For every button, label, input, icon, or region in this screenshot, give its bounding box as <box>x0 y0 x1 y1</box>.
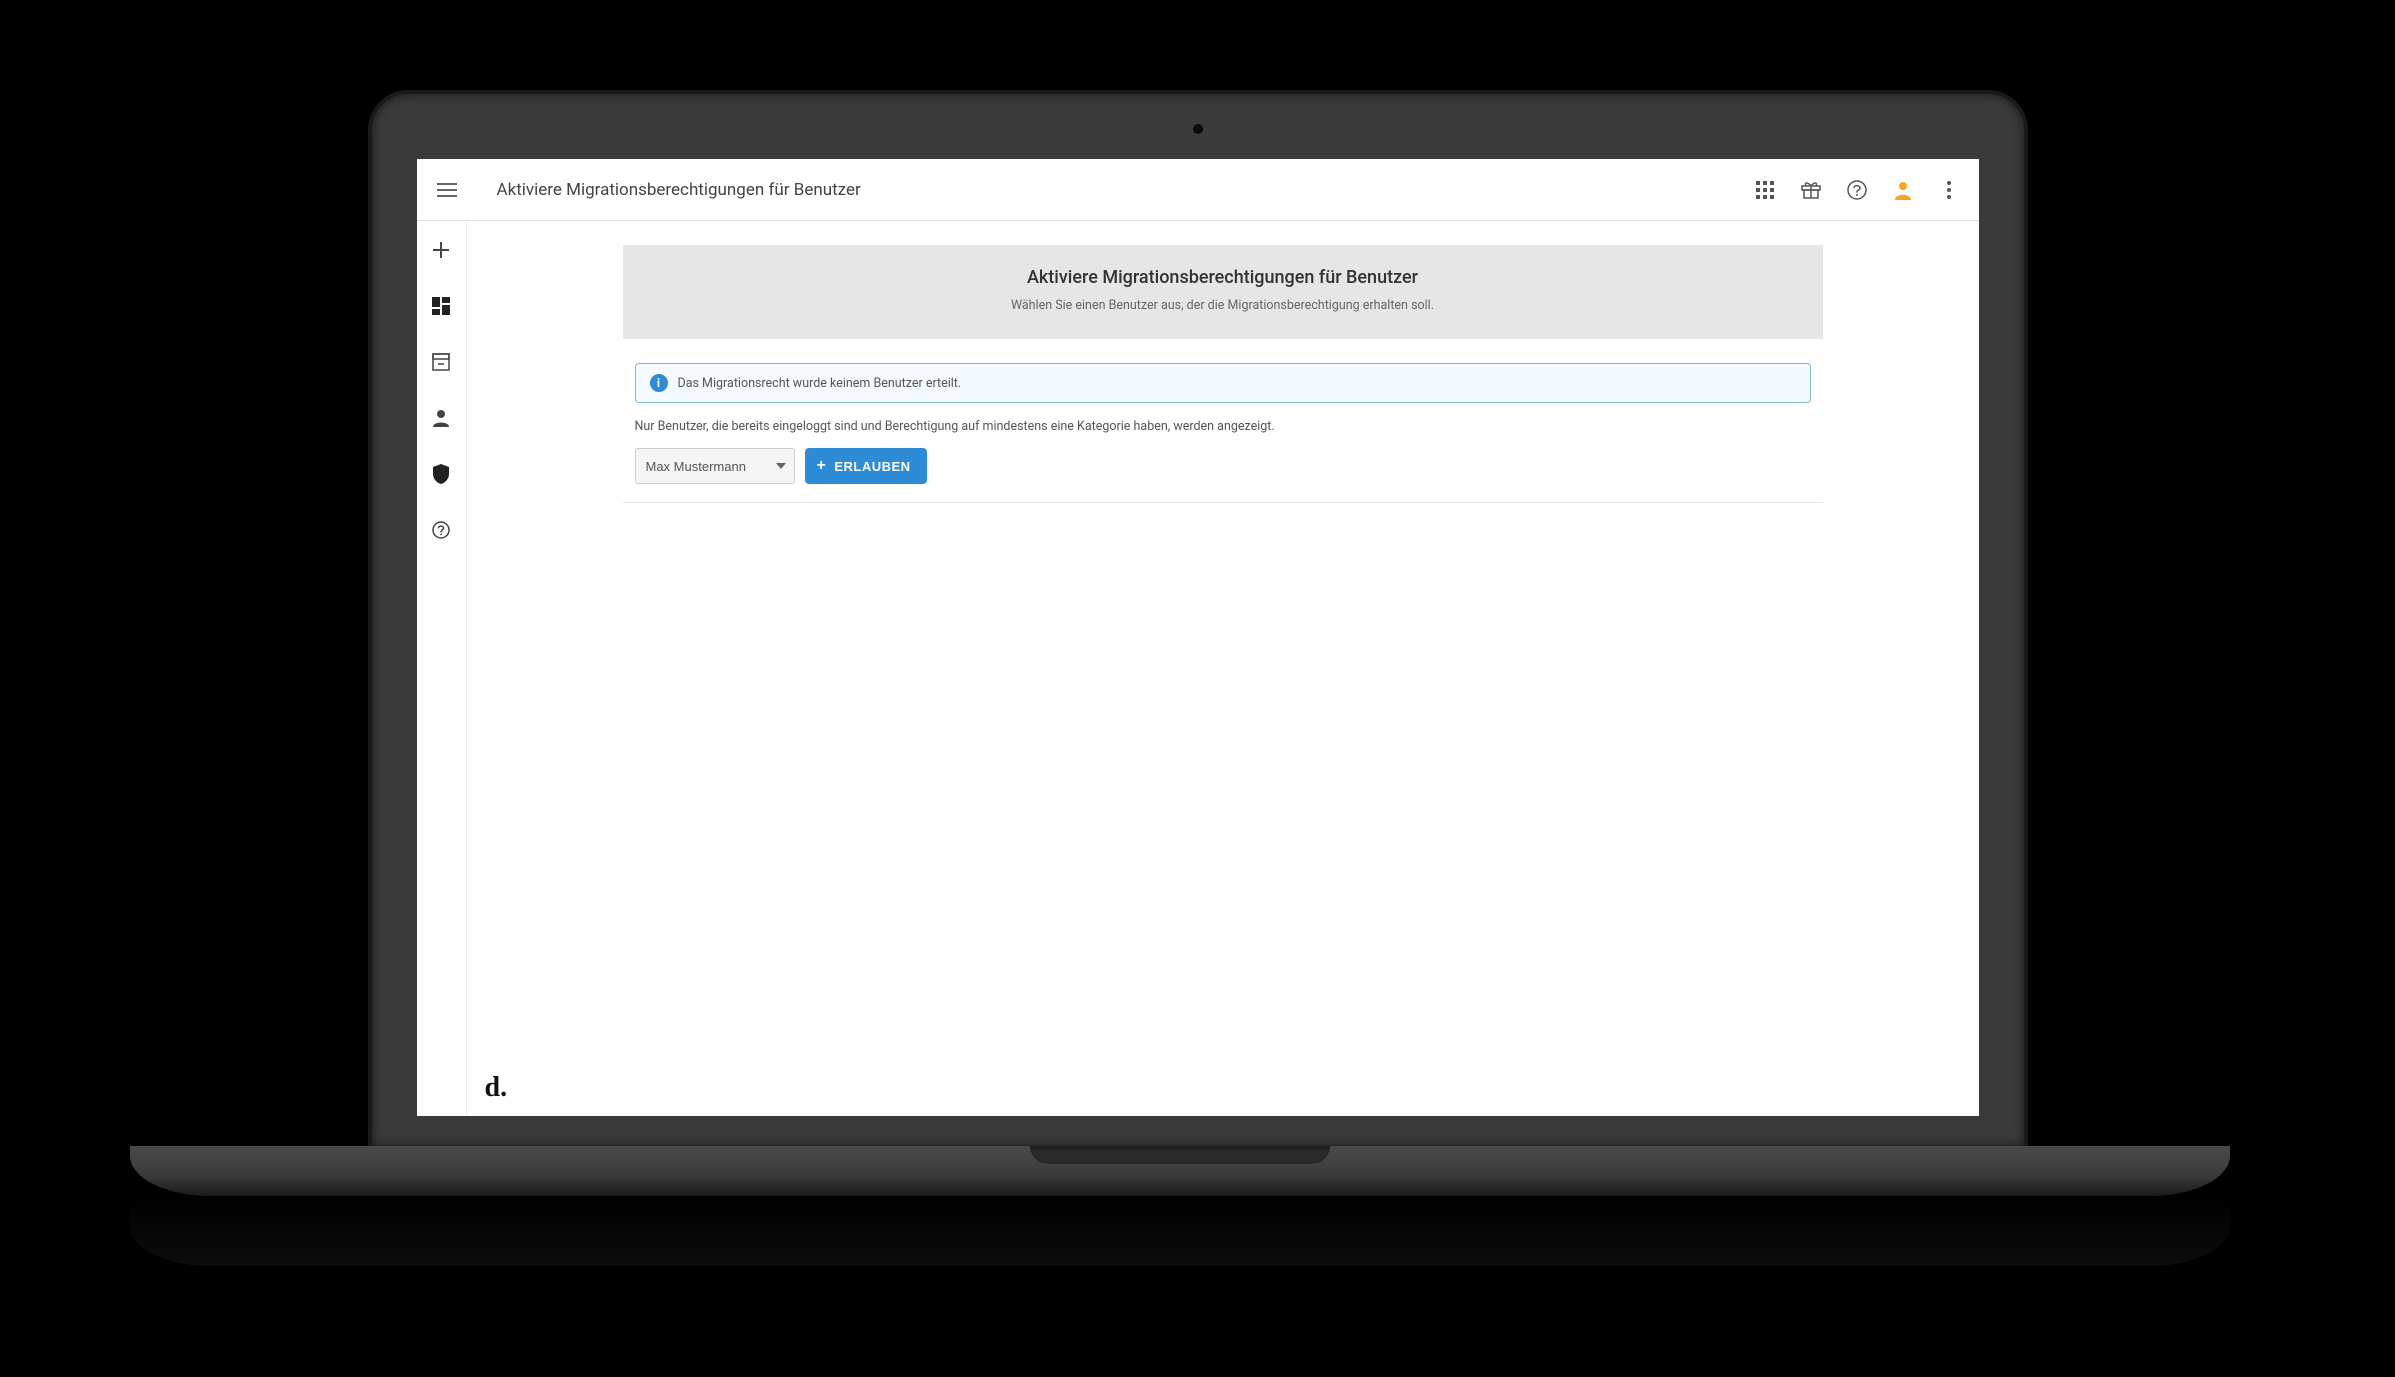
user-select[interactable]: Max Mustermann <box>635 448 795 484</box>
info-icon: i <box>650 374 668 392</box>
topbar-actions <box>1753 178 1961 202</box>
laptop-body: Aktiviere Migrationsberechtigungen für B… <box>368 90 2028 1150</box>
sidebar-add-button[interactable] <box>430 239 452 261</box>
apps-grid-icon <box>1756 181 1774 199</box>
menu-toggle-button[interactable] <box>427 170 467 210</box>
more-menu-button[interactable] <box>1937 178 1961 202</box>
hamburger-icon <box>437 183 457 197</box>
card-body: i Das Migrationsrecht wurde keinem Benut… <box>623 339 1823 503</box>
body-area: Aktiviere Migrationsberechtigungen für B… <box>417 221 1979 1116</box>
info-message: Das Migrationsrecht wurde keinem Benutze… <box>678 376 962 391</box>
sidebar <box>417 221 467 1116</box>
archive-icon <box>432 353 450 371</box>
sidebar-security-button[interactable] <box>430 463 452 485</box>
help-circle-icon <box>432 521 450 539</box>
help-button[interactable] <box>1845 178 1869 202</box>
person-icon <box>432 409 450 427</box>
user-profile-button[interactable] <box>1891 178 1915 202</box>
sidebar-archive-button[interactable] <box>430 351 452 373</box>
app-screen: Aktiviere Migrationsberechtigungen für B… <box>417 159 1979 1116</box>
helper-text: Nur Benutzer, die bereits eingeloggt sin… <box>635 419 1811 434</box>
sidebar-users-button[interactable] <box>430 407 452 429</box>
sidebar-dashboard-button[interactable] <box>430 295 452 317</box>
card-header: Aktiviere Migrationsberechtigungen für B… <box>623 245 1823 339</box>
migration-card: Aktiviere Migrationsberechtigungen für B… <box>623 245 1823 503</box>
sidebar-help-button[interactable] <box>430 519 452 541</box>
topbar: Aktiviere Migrationsberechtigungen für B… <box>417 159 1979 221</box>
page-title: Aktiviere Migrationsberechtigungen für B… <box>497 180 861 200</box>
gift-button[interactable] <box>1799 178 1823 202</box>
card-subtitle: Wählen Sie einen Benutzer aus, der die M… <box>653 298 1793 313</box>
allow-button-label: ERLAUBEN <box>834 459 910 474</box>
shield-icon <box>433 464 449 484</box>
apps-button[interactable] <box>1753 178 1777 202</box>
laptop-notch <box>1030 1146 1330 1164</box>
allow-button[interactable]: + ERLAUBEN <box>805 448 927 484</box>
dashboard-icon <box>432 297 450 315</box>
gift-icon <box>1801 181 1821 199</box>
brand-logo: d. <box>485 1072 508 1104</box>
main-content: Aktiviere Migrationsberechtigungen für B… <box>467 221 1979 1116</box>
plus-icon: + <box>817 458 827 474</box>
laptop-camera <box>1193 124 1203 134</box>
laptop-reflection <box>130 1196 2230 1266</box>
action-row: Max Mustermann + ERLAUBEN <box>635 448 1811 484</box>
plus-icon <box>433 242 449 258</box>
laptop-base <box>130 1146 2230 1196</box>
card-title: Aktiviere Migrationsberechtigungen für B… <box>653 267 1793 288</box>
info-alert: i Das Migrationsrecht wurde keinem Benut… <box>635 363 1811 403</box>
help-circle-icon <box>1847 180 1867 200</box>
laptop-mockup: Aktiviere Migrationsberechtigungen für B… <box>350 90 2045 1190</box>
user-icon <box>1893 180 1913 200</box>
more-vertical-icon <box>1947 181 1951 199</box>
